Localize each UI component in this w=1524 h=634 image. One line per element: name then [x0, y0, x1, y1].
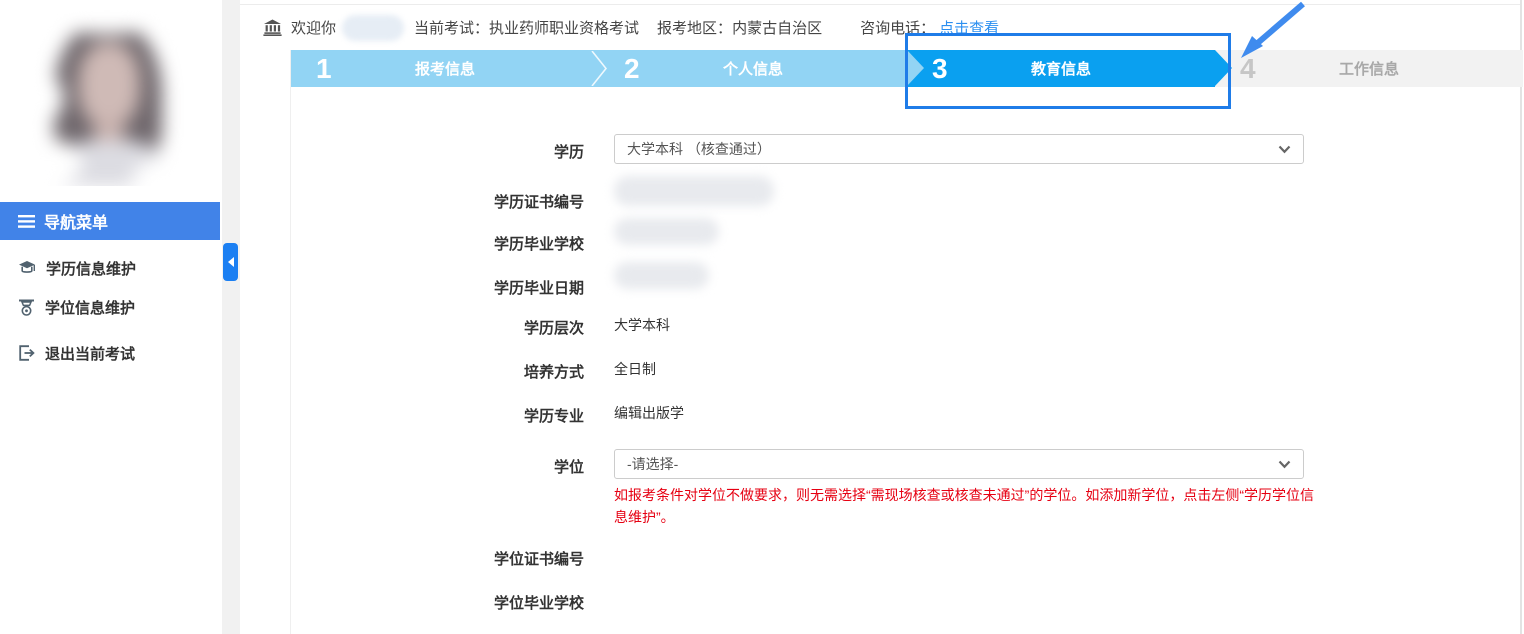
- form-row-mode: 培养方式 全日制: [291, 356, 1523, 382]
- step-number: 1: [316, 50, 332, 87]
- step-label: 报考信息: [291, 58, 599, 79]
- current-exam-value: 执业药师职业资格考试: [489, 17, 639, 38]
- step-separator-chevron-icon: [591, 51, 607, 86]
- step-1-baokao-info[interactable]: 1 报考信息: [291, 50, 599, 87]
- form-row-degree: 学位 -请选择-: [291, 449, 1523, 479]
- field-label: 学历证书编号: [291, 184, 584, 212]
- sidebar-item-label: 学历信息维护: [46, 258, 136, 279]
- redacted-value: [614, 176, 774, 206]
- degree-select[interactable]: -请选择-: [614, 449, 1304, 479]
- content-panel: 1 报考信息 2 个人信息 3 教育信息 4 工作信息 学历: [290, 50, 1523, 634]
- profile-photo-blur: [12, 8, 190, 186]
- field-label: 学位毕业学校: [291, 587, 584, 613]
- step-number: 3: [932, 50, 948, 87]
- field-label: 学历: [291, 134, 584, 162]
- consult-phone-label: 咨询电话：: [860, 17, 935, 38]
- xueli-select[interactable]: 大学本科 （核查通过）: [614, 134, 1304, 164]
- form-row-grad-school: 学历毕业学校: [291, 226, 1523, 256]
- redacted-value: [614, 262, 709, 289]
- chevron-left-icon: [228, 257, 234, 267]
- sidebar-item-label: 退出当前考试: [45, 343, 135, 364]
- chevron-down-icon: [1278, 460, 1291, 469]
- sidebar: 导航菜单 学历信息维护 学位信息维护 退出当前考试: [0, 0, 222, 634]
- sidebar-item-xuewei-maintain[interactable]: 学位信息维护: [0, 290, 220, 324]
- step-number: 2: [624, 50, 640, 87]
- redacted-username: [342, 15, 404, 41]
- step-label: 工作信息: [1215, 58, 1523, 79]
- xueli-select-value: 大学本科 （核查通过）: [627, 139, 771, 159]
- main-area: 欢迎你 当前考试： 执业药师职业资格考试 报考地区： 内蒙古自治区 咨询电话： …: [240, 0, 1522, 634]
- exam-region-value: 内蒙古自治区: [732, 17, 822, 38]
- welcome-label: 欢迎你: [291, 17, 336, 38]
- profile-photo: [12, 8, 190, 186]
- form-row-degree-cert-no: 学位证书编号: [291, 543, 1523, 569]
- phone-reveal-link[interactable]: 点击查看: [939, 17, 999, 38]
- step-2-personal-info[interactable]: 2 个人信息: [599, 50, 907, 87]
- form-row-major: 学历专业 编辑出版学: [291, 400, 1523, 426]
- nav-menu-title: 导航菜单: [44, 209, 108, 233]
- field-label: 学历毕业学校: [291, 226, 584, 254]
- field-label: 培养方式: [291, 356, 584, 382]
- step-label: 个人信息: [599, 58, 907, 79]
- hamburger-icon: [18, 215, 35, 228]
- form-row-degree-school: 学位毕业学校: [291, 587, 1523, 613]
- bank-icon: [263, 19, 282, 36]
- step-3-education-info[interactable]: 3 教育信息: [907, 50, 1215, 87]
- degree-select-value: -请选择-: [627, 454, 678, 474]
- step-4-work-info[interactable]: 4 工作信息: [1215, 50, 1523, 87]
- sidebar-item-label: 学位信息维护: [45, 297, 135, 318]
- field-label: 学位证书编号: [291, 543, 584, 569]
- form-row-cert-no: 学历证书编号: [291, 184, 1523, 214]
- current-exam: 当前考试： 执业药师职业资格考试: [414, 17, 639, 38]
- sidebar-item-exit-exam[interactable]: 退出当前考试: [0, 336, 220, 370]
- field-label: 学历毕业日期: [291, 270, 584, 298]
- nav-menu-header: 导航菜单: [0, 202, 220, 240]
- exam-region-label: 报考地区：: [657, 17, 732, 38]
- form-row-level: 学历层次 大学本科: [291, 312, 1523, 338]
- exam-region: 报考地区： 内蒙古自治区: [657, 17, 822, 38]
- sidebar-collapse-handle[interactable]: [223, 243, 238, 281]
- form-row-grad-date: 学历毕业日期: [291, 270, 1523, 300]
- field-label: 学历专业: [291, 400, 584, 426]
- redacted-value: [614, 218, 719, 245]
- field-value: 全日制: [614, 356, 656, 379]
- sidebar-item-xueli-maintain[interactable]: 学历信息维护: [0, 251, 220, 285]
- consult-phone: 咨询电话： 点击查看: [860, 17, 999, 38]
- step-label: 教育信息: [907, 58, 1215, 79]
- step-number: 4: [1240, 50, 1256, 87]
- degree-medal-icon: [18, 299, 35, 316]
- field-value: 编辑出版学: [614, 400, 684, 423]
- step-wizard: 1 报考信息 2 个人信息 3 教育信息 4 工作信息: [291, 50, 1523, 87]
- sidebar-gutter: [222, 0, 240, 634]
- form-row-xueli: 学历 大学本科 （核查通过）: [291, 134, 1523, 164]
- field-value: 大学本科: [614, 312, 670, 335]
- topbar: 欢迎你 当前考试： 执业药师职业资格考试 报考地区： 内蒙古自治区 咨询电话： …: [240, 4, 1522, 50]
- field-label: 学位: [291, 449, 584, 477]
- exit-icon: [18, 345, 35, 361]
- chevron-down-icon: [1278, 145, 1291, 154]
- degree-note: 如报考条件对学位不做要求，则无需选择“需现场核查或核查未通过”的学位。如添加新学…: [614, 485, 1314, 528]
- graduation-cap-icon: [18, 260, 36, 276]
- field-label: 学历层次: [291, 312, 584, 338]
- current-exam-label: 当前考试：: [414, 17, 489, 38]
